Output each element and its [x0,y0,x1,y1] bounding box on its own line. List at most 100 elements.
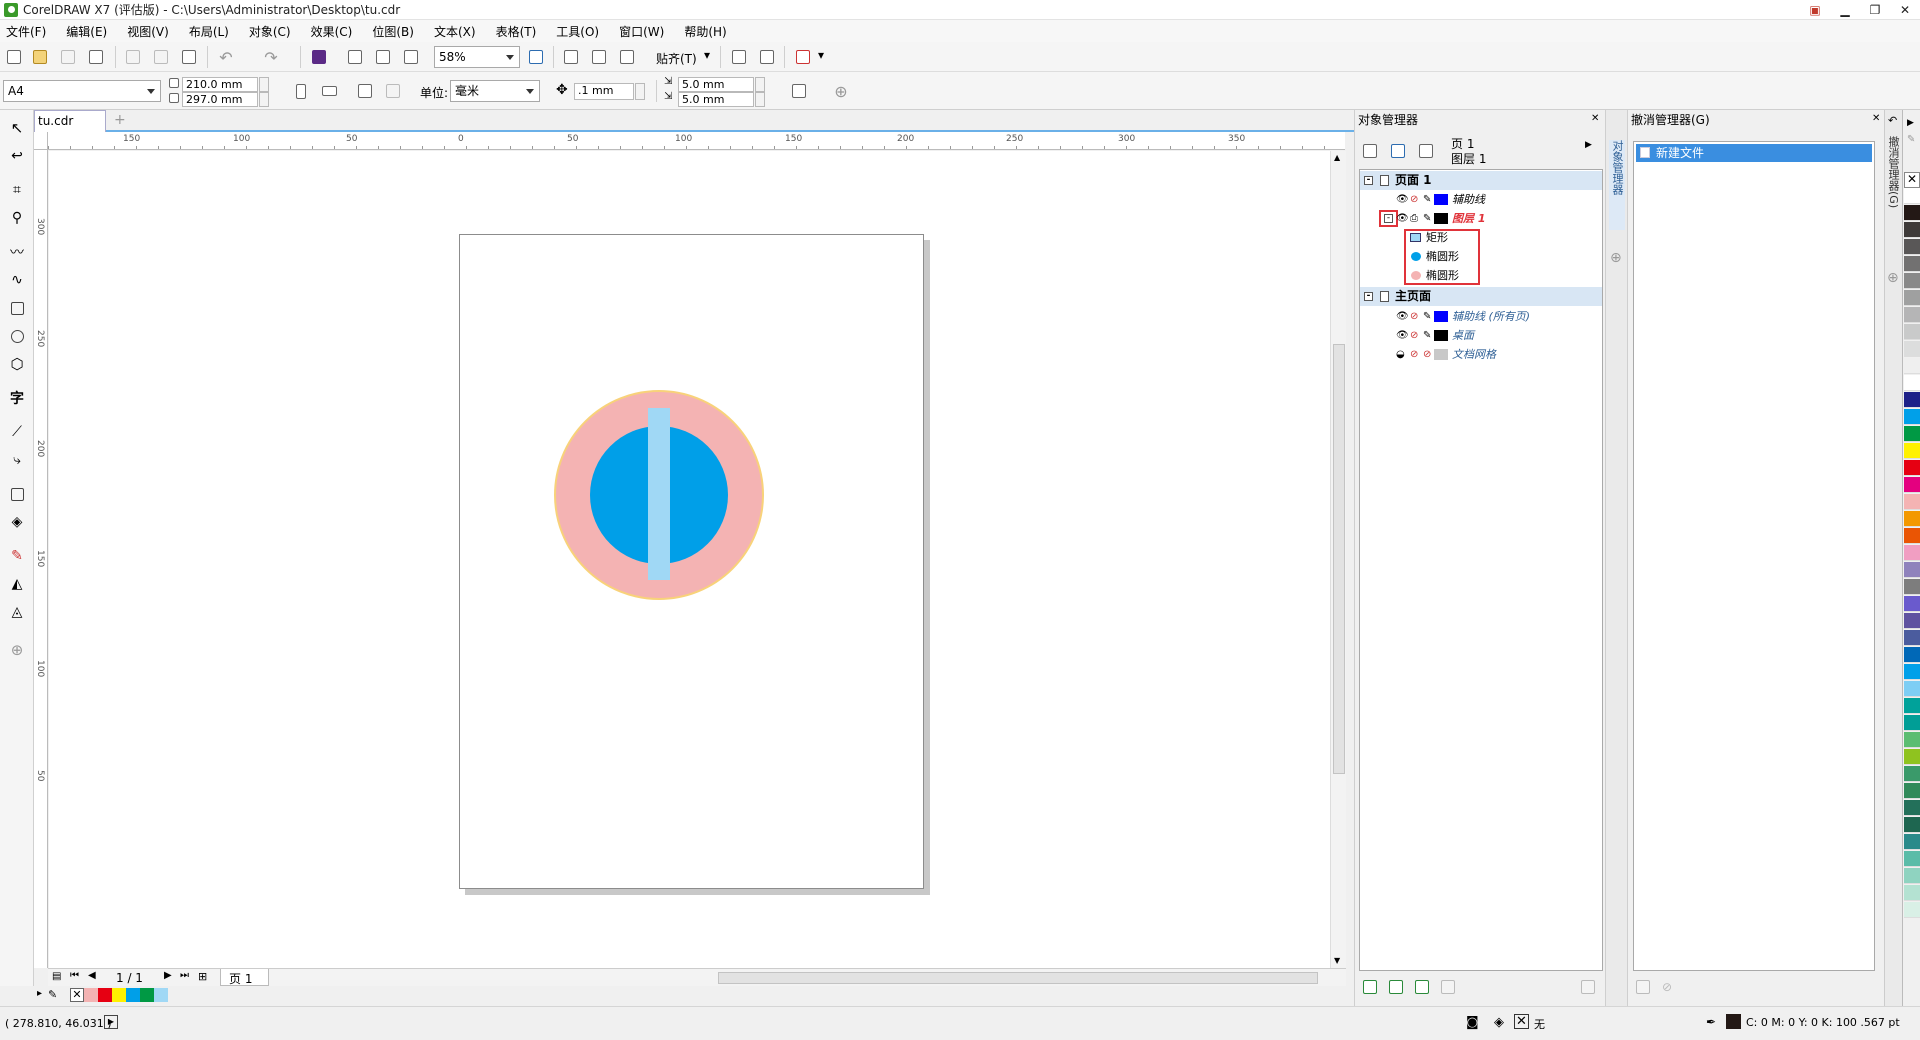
undo-list-item[interactable]: 新建文件 [1636,144,1872,162]
palette-color-swatch[interactable] [1904,613,1920,629]
close-icon[interactable]: ✕ [1591,113,1599,124]
add-page-icon[interactable]: ⊞ [198,970,207,983]
palette-color-swatch[interactable] [1904,324,1920,340]
color-proof-icon[interactable]: ◙ [1466,1015,1479,1030]
palette-color-swatch[interactable] [1904,562,1920,578]
interactive-fill-tool[interactable]: ◭ [7,574,27,594]
crop-tool[interactable]: ⌗ [7,180,27,200]
menu-object[interactable]: 对象(C) [249,23,291,40]
palette-color-swatch[interactable] [1904,647,1920,663]
snap-to-dropdown[interactable]: 贴齐(T) [656,50,697,67]
palette-scroll-up-icon[interactable]: ▶ [1907,118,1914,128]
no-color-swatch[interactable]: ✕ [70,988,84,1002]
printer-icon[interactable]: ⎙ [1410,209,1418,228]
palette-color-swatch[interactable] [1904,494,1920,510]
search-content-button[interactable] [308,46,330,68]
palette-color-swatch[interactable] [1904,460,1920,476]
tree-master-grid[interactable]: ◒ ⊘ ⊘ 文档网格 [1360,345,1602,364]
show-object-properties-button[interactable] [1359,140,1381,162]
eye-closed-icon[interactable]: ◒ [1396,345,1405,364]
show-grid-button[interactable] [588,46,610,68]
pick-tool[interactable]: ↖ [7,118,27,138]
page-width-spinner[interactable] [259,77,269,92]
welcome-screen-button[interactable] [728,46,750,68]
menu-edit[interactable]: 编辑(E) [66,23,107,40]
color-swatch-2[interactable] [112,988,126,1002]
zoom-level-select[interactable]: 58% [434,46,520,68]
new-layer-button[interactable] [1359,976,1381,998]
document-tab[interactable]: tu.cdr [34,110,106,132]
palette-color-swatch[interactable] [1904,579,1920,595]
copy-button[interactable] [150,46,172,68]
palette-color-swatch[interactable] [1904,630,1920,646]
minimize-button[interactable]: ▁ [1830,0,1860,20]
eyedropper-icon[interactable]: ✎ [48,988,57,1001]
eye-icon[interactable]: 👁 [1396,307,1409,326]
horizontal-scroll-thumb[interactable] [718,972,1318,984]
customize-toolbox-button[interactable]: ⊕ [7,640,27,660]
palette-color-swatch[interactable] [1904,375,1920,391]
application-launcher-button[interactable] [792,46,814,68]
horizontal-scrollbar[interactable] [708,968,1346,986]
ellipse-tool[interactable] [7,326,27,346]
undo-button[interactable]: ↶ [215,46,237,68]
close-icon[interactable]: ✕ [1872,113,1880,124]
palette-color-swatch[interactable] [1904,188,1920,204]
palette-color-swatch[interactable] [1904,409,1920,425]
palette-color-swatch[interactable] [1904,511,1920,527]
artistic-media-tool[interactable]: ∿ [7,270,27,290]
new-master-layer-all-button[interactable] [1411,976,1433,998]
paste-button[interactable] [178,46,200,68]
menu-view[interactable]: 视图(V) [127,23,169,40]
delete-button[interactable] [1577,976,1599,998]
palette-color-swatch[interactable] [1904,443,1920,459]
vertical-scrollbar[interactable]: ▲ ▼ [1330,151,1346,968]
new-master-layer-button[interactable] [1385,976,1407,998]
transparency-tool[interactable]: ◈ [7,512,27,532]
freehand-tool[interactable]: 〰 [7,242,27,262]
treat-as-filled-button[interactable] [788,80,810,102]
landscape-button[interactable] [318,80,340,102]
new-master-layer-odd-button[interactable] [1437,976,1459,998]
pencil-icon[interactable]: ✎ [1423,209,1431,228]
pencil-icon[interactable]: ✎ [1907,134,1915,145]
first-page-icon[interactable]: ⏮ [70,970,79,981]
menu-tools[interactable]: 工具(O) [556,23,599,40]
color-eyedropper-tool[interactable]: ✎ [7,546,27,566]
portrait-button[interactable] [290,80,312,102]
color-swatch-1[interactable] [98,988,112,1002]
palette-color-swatch[interactable] [1904,698,1920,714]
palette-color-swatch[interactable] [1904,800,1920,816]
new-document-button[interactable] [3,46,25,68]
parallel-dimension-tool[interactable]: ⟋ [7,422,27,442]
maximize-button[interactable]: ❐ [1860,0,1890,20]
user-icon[interactable]: ▣ [1800,0,1830,20]
options-button[interactable] [756,46,778,68]
tree-master-page[interactable]: - 主页面 [1360,287,1602,306]
tree-page-1[interactable]: - 页面 1 [1360,171,1602,190]
palette-color-swatch[interactable] [1904,715,1920,731]
tree-master-desktop[interactable]: 👁 ⊘ ✎ 桌面 [1360,326,1602,345]
palette-color-swatch[interactable] [1904,885,1920,901]
duplicate-distance-y-input[interactable]: 5.0 mm [678,92,754,107]
page-height-spinner[interactable] [259,92,269,107]
layer-color-swatch[interactable] [1434,330,1448,341]
palette-color-swatch[interactable] [1904,358,1920,374]
palette-color-swatch[interactable] [1904,766,1920,782]
vertical-ruler[interactable]: 300 250 200 150 100 50 [34,150,48,968]
palette-color-swatch[interactable] [1904,290,1920,306]
palette-color-swatch[interactable] [1904,256,1920,272]
cut-button[interactable] [122,46,144,68]
palette-color-swatch[interactable] [1904,664,1920,680]
duplicate-x-spinner[interactable] [755,77,765,92]
pencil-icon[interactable]: ✎ [1423,307,1431,326]
page-tab[interactable]: 页 1 [220,969,270,986]
no-print-icon[interactable]: ⊘ [1410,326,1418,345]
palette-color-swatch[interactable] [1904,239,1920,255]
smart-fill-tool[interactable]: ◬ [7,602,27,622]
duplicate-distance-x-input[interactable]: 5.0 mm [678,77,754,92]
palette-color-swatch[interactable] [1904,222,1920,238]
previous-page-icon[interactable]: ◀ [88,970,96,981]
layer-color-swatch[interactable] [1434,311,1448,322]
edit-across-layers-button[interactable] [1387,140,1409,162]
